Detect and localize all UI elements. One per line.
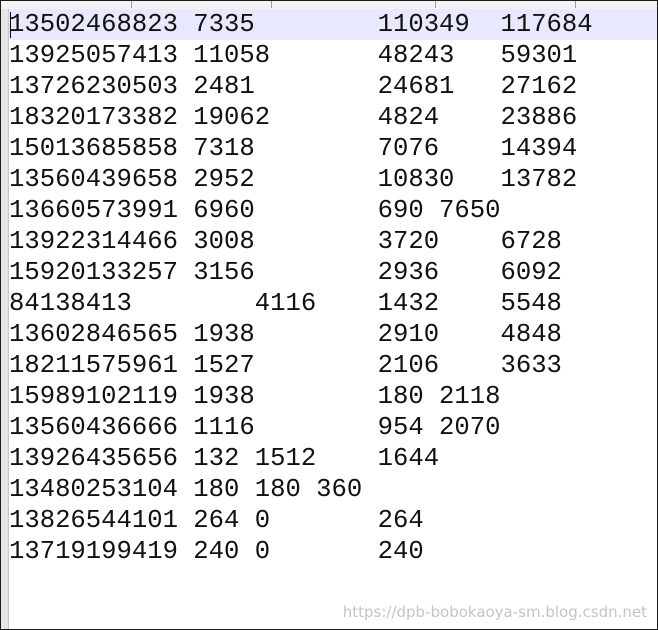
text-line-current[interactable]: 13502468823 7335 110349 117684	[9, 9, 657, 40]
text-editor-area[interactable]: 13502468823 7335 110349 117684 139250574…	[9, 9, 657, 629]
text-line[interactable]: 15920133257 3156 2936 6092	[9, 257, 657, 288]
text-line[interactable]: 13660573991 6960 690 7650	[9, 195, 657, 226]
editor-window: 13502468823 7335 110349 117684 139250574…	[0, 0, 658, 630]
ruler-tick	[435, 1, 436, 8]
text-line[interactable]: 84138413 4116 1432 5548	[9, 288, 657, 319]
watermark-text: https://dpb-bobokaoya-sm.blog.csdn.net	[342, 603, 647, 621]
text-line[interactable]: 18211575961 1527 2106 3633	[9, 350, 657, 381]
ruler-tick	[575, 1, 576, 8]
text-line[interactable]: 13719199419 240 0 240	[9, 536, 657, 567]
text-line[interactable]: 13922314466 3008 3720 6728	[9, 226, 657, 257]
text-line[interactable]: 13826544101 264 0 264	[9, 505, 657, 536]
text-line[interactable]: 13560436666 1116 954 2070	[9, 412, 657, 443]
text-line[interactable]: 18320173382 19062 4824 23886	[9, 102, 657, 133]
text-line[interactable]: 13560439658 2952 10830 13782	[9, 164, 657, 195]
ruler-tick	[271, 1, 272, 8]
text-line[interactable]: 13602846565 1938 2910 4848	[9, 319, 657, 350]
text-line[interactable]: 13925057413 11058 48243 59301	[9, 40, 657, 71]
text-line[interactable]: 15013685858 7318 7076 14394	[9, 133, 657, 164]
text-line[interactable]: 13926435656 132 1512 1644	[9, 443, 657, 474]
text-line[interactable]: 15989102119 1938 180 2118	[9, 381, 657, 412]
ruler-tick	[131, 1, 132, 8]
text-line[interactable]: 13726230503 2481 24681 27162	[9, 71, 657, 102]
text-line[interactable]: 13480253104 180 180 360	[9, 474, 657, 505]
line-gutter	[1, 9, 9, 629]
text-caret	[10, 12, 11, 38]
